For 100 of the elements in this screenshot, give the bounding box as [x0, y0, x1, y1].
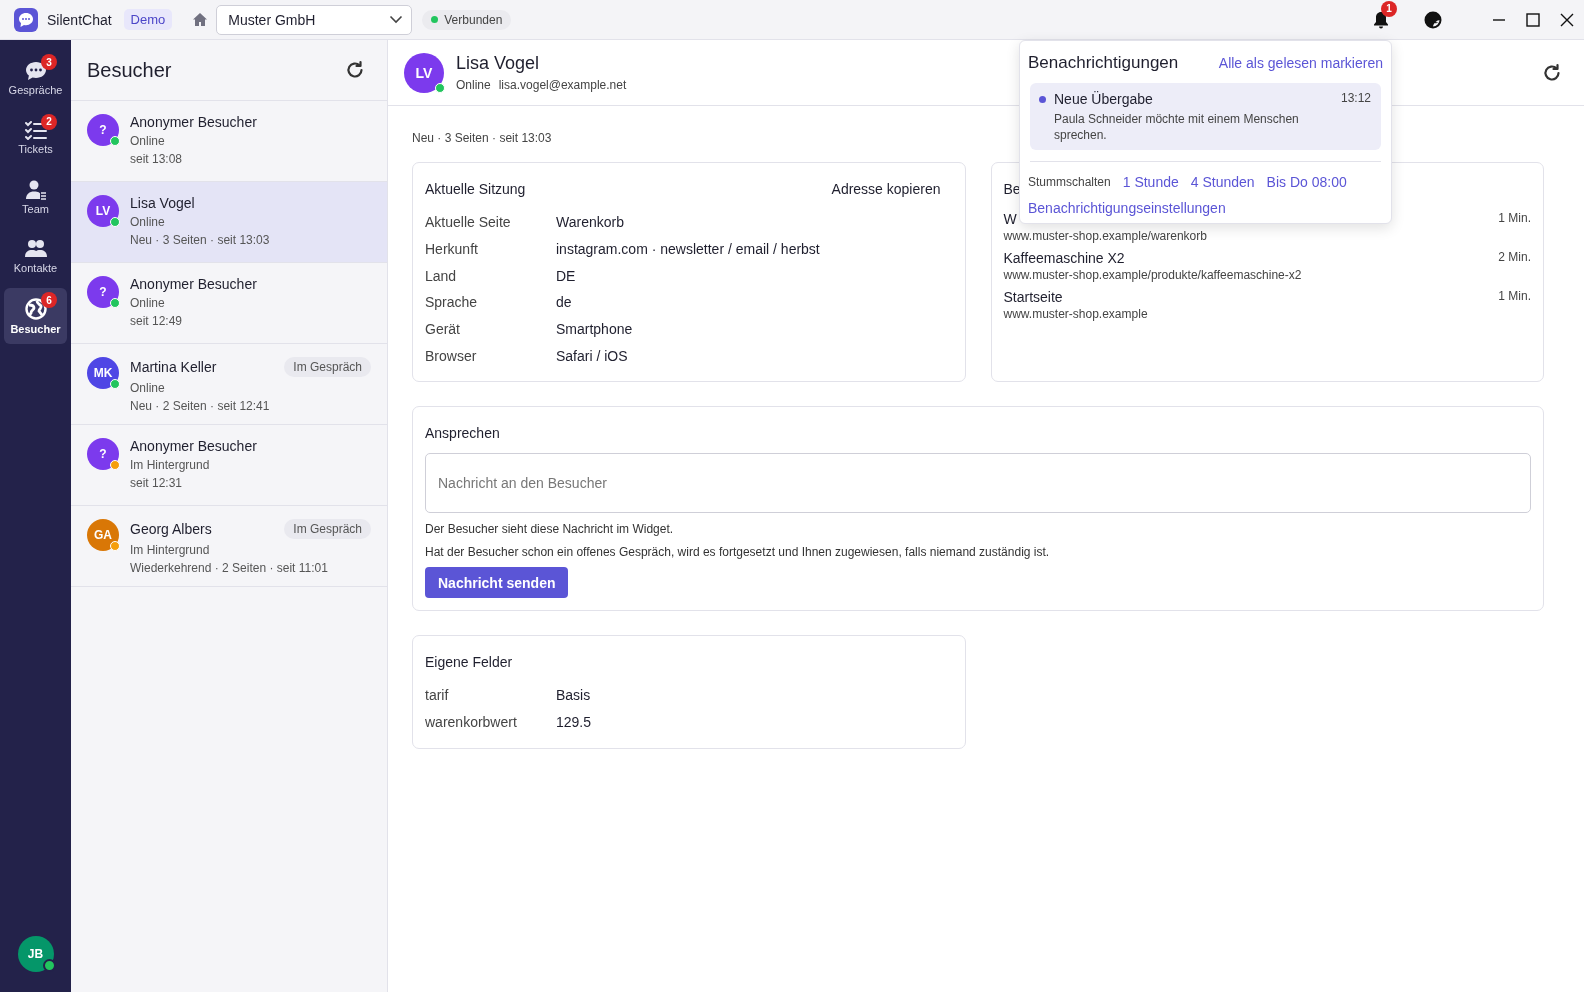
avatar: LV	[87, 195, 119, 227]
field-value: Warenkorb	[556, 214, 625, 231]
visitor-meta: seit 12:31	[130, 476, 184, 490]
hint-text: Hat der Besucher schon ein offenes Gespräch, wird es fortgesetzt und Ihnen zugewiesen, falls niemand zuständig ist.	[425, 545, 1051, 560]
popup-title: Benachrichtigungen	[1028, 53, 1179, 73]
visitor-item[interactable]: MK Martina Keller Im Gespräch Online Neu · 2 Seiten · seit 12:41	[71, 344, 387, 425]
visitor-meta: Wiederkehrend · 2 Seiten · seit 11:01	[130, 561, 329, 575]
field-label: Browser	[425, 347, 478, 364]
checklist-icon	[24, 120, 47, 140]
bell-icon[interactable]	[1373, 10, 1389, 29]
person-icon	[24, 179, 47, 200]
mute-option-link[interactable]: 4 Stunden	[1190, 174, 1255, 190]
field-label: warenkorbwert	[425, 714, 518, 731]
page-title: Startseite	[1003, 289, 1063, 305]
nav-item[interactable]: Tickets 2	[4, 109, 67, 166]
theme-toggle-icon[interactable]	[1424, 10, 1442, 29]
nav-item[interactable]: Team	[4, 169, 67, 225]
field-value: Smartphone	[556, 321, 634, 338]
message-field[interactable]: Nachricht an den Besucher	[425, 453, 1531, 514]
nav-item[interactable]: Gespräche 3	[4, 50, 67, 106]
chevron-down-icon	[389, 15, 404, 24]
visitor-status: Online	[130, 215, 166, 229]
nav-item[interactable]: Besucher 6	[4, 288, 67, 344]
mute-option-link[interactable]: 1 Stunde	[1122, 174, 1179, 190]
app-logo	[14, 7, 38, 32]
refresh-icon[interactable]	[345, 60, 365, 80]
copy-address-link[interactable]: Adresse kopieren	[831, 181, 941, 197]
status-tag: Im Gespräch	[284, 357, 371, 377]
nav-item[interactable]: Kontakte	[4, 228, 67, 285]
visitor-item[interactable]: ? Anonymer Besucher Online seit 12:49	[71, 263, 387, 344]
visitor-meta: Neu · 3 Seiten · seit 13:03	[130, 233, 271, 247]
visitor-name: Martina Keller	[130, 359, 217, 375]
send-message-button[interactable]: Nachricht senden	[425, 567, 569, 599]
visitor-name: Anonymer Besucher	[130, 114, 257, 130]
notification-item[interactable]: Neue Übergabe 13:12 Paula Schneider möchte mit einem Menschen sprechen.	[1030, 83, 1381, 150]
page-url: www.muster-shop.example	[1003, 307, 1148, 321]
home-icon[interactable]	[192, 12, 209, 27]
people-icon	[24, 239, 47, 259]
field-value: DE	[556, 267, 577, 284]
status-tag: Im Gespräch	[284, 519, 371, 539]
field-value: de	[556, 294, 573, 311]
unread-dot	[1039, 96, 1046, 103]
avatar: ?	[87, 114, 119, 146]
field-label: Sprache	[425, 294, 479, 311]
mute-option-link[interactable]: Bis Do 08:00	[1266, 174, 1347, 190]
workspace-select[interactable]: Muster GmbH	[216, 4, 413, 35]
mute-label: Stummschalten	[1028, 175, 1111, 189]
field-label: Land	[425, 267, 458, 284]
visitor-status: Online	[130, 381, 166, 395]
visitor-status: Im Hintergrund	[130, 543, 211, 557]
field-value: Basis	[556, 687, 592, 704]
page-duration: 1 Min.	[1498, 289, 1531, 305]
field-value: instagram.com · newsletter / email / herbst	[556, 241, 821, 258]
count-badge: 2	[41, 113, 57, 130]
notification-time: 13:12	[1340, 91, 1371, 107]
field-value: Safari / iOS	[556, 347, 629, 364]
card-title: Be	[1003, 181, 1021, 197]
visitor-email: lisa.vogel@example.net	[498, 78, 627, 92]
avatar: ?	[87, 276, 119, 308]
chat-icon	[24, 60, 47, 81]
app-name: SilentChat	[47, 11, 112, 28]
avatar: LV	[404, 52, 444, 93]
avatar: MK	[87, 357, 119, 389]
visitor-item[interactable]: LV Lisa Vogel Online Neu · 3 Seiten · seit 13:03	[71, 182, 387, 263]
visitor-item[interactable]: ? Anonymer Besucher Im Hintergrund seit 12:31	[71, 425, 387, 506]
visitor-status: Online	[130, 134, 166, 148]
visit-summary: Neu · 3 Seiten · seit 13:03	[412, 131, 552, 145]
visitor-status: Online	[456, 78, 491, 92]
visitor-meta: Neu · 2 Seiten · seit 12:41	[130, 399, 271, 413]
page-title: W	[1003, 211, 1017, 227]
mark-all-read-link[interactable]: Alle als gelesen markieren	[1218, 55, 1383, 71]
close-icon[interactable]	[1560, 12, 1574, 27]
field-label: tarif	[425, 687, 450, 704]
visitor-name: Anonymer Besucher	[130, 276, 257, 292]
visitor-name: Anonymer Besucher	[130, 438, 257, 454]
field-label: Gerät	[425, 321, 461, 338]
page-title: Kaffeemaschine X2	[1003, 250, 1125, 266]
notification-settings-link[interactable]: Benachrichtigungseinstellungen	[1028, 200, 1226, 216]
globe-icon	[24, 297, 47, 320]
avatar: ?	[87, 438, 119, 470]
page-url: www.muster-shop.example/warenkorb	[1003, 229, 1207, 243]
visitor-name: Lisa Vogel	[130, 195, 195, 211]
visitor-status: Online	[130, 296, 166, 310]
visitor-name: Lisa Vogel	[456, 53, 540, 74]
visitor-meta: seit 13:08	[130, 152, 184, 166]
demo-badge: Demo	[123, 9, 173, 30]
visitor-meta: seit 12:49	[130, 314, 184, 328]
visitor-item[interactable]: GA Georg Albers Im Gespräch Im Hintergrund Wiederkehrend · 2 Seiten · seit 11:01	[71, 506, 387, 587]
field-value: 129.5	[556, 714, 593, 731]
page-url: www.muster-shop.example/produkte/kaffeemaschine-x2	[1003, 268, 1302, 282]
avatar: GA	[87, 519, 119, 551]
maximize-icon[interactable]	[1526, 12, 1540, 27]
card-title: Eigene Felder	[425, 654, 513, 671]
count-badge: 6	[41, 292, 57, 308]
notification-count: 1	[1381, 0, 1397, 17]
notification-text: Paula Schneider möchte mit einem Menschen sprechen.	[1054, 111, 1300, 143]
page-duration: 2 Min.	[1498, 250, 1531, 266]
refresh-icon[interactable]	[1542, 62, 1562, 83]
page-duration: 1 Min.	[1498, 211, 1531, 227]
user-avatar[interactable]: JB	[17, 936, 54, 972]
